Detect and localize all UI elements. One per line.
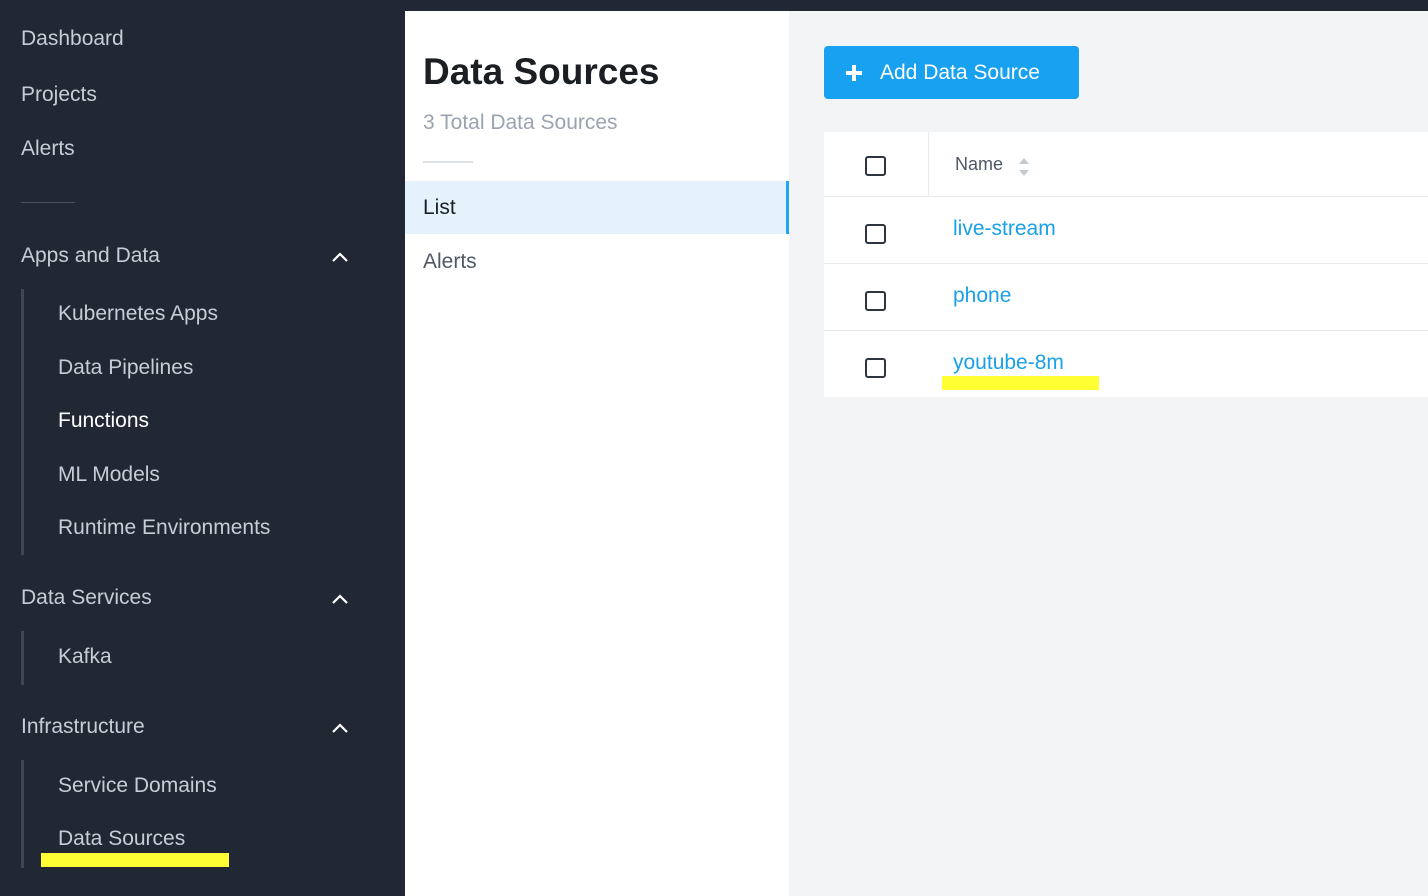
tab-list[interactable]: List <box>405 181 789 234</box>
table-row: live-stream <box>824 197 1428 264</box>
top-bar <box>405 0 1428 11</box>
table-row: youtube-8m <box>824 331 1428 398</box>
highlight-mark <box>41 853 229 867</box>
page-subtitle: 3 Total Data Sources <box>423 111 618 134</box>
tree-line <box>21 631 24 685</box>
sidebar-divider <box>21 202 75 203</box>
data-sources-table: Name live-stream phone youtube-8m <box>824 132 1428 397</box>
section-infrastructure-label: Infrastructure <box>21 715 145 738</box>
sidebar-item-data-sources[interactable]: Data Sources <box>58 827 185 851</box>
sidebar-item-functions[interactable]: Functions <box>58 409 149 433</box>
chevron-up-icon <box>332 723 348 733</box>
section-apps-and-data[interactable]: Apps and Data <box>21 244 351 274</box>
column-separator <box>928 132 929 197</box>
secondary-panel: Data Sources 3 Total Data Sources List A… <box>405 11 789 896</box>
sidebar-item-projects[interactable]: Projects <box>21 83 97 107</box>
sidebar-item-ml-models[interactable]: ML Models <box>58 463 160 487</box>
section-apps-and-data-label: Apps and Data <box>21 244 160 267</box>
table-header: Name <box>824 132 1428 197</box>
chevron-up-icon <box>332 594 348 604</box>
highlight-mark <box>942 376 1099 390</box>
sidebar-item-runtime-environments[interactable]: Runtime Environments <box>58 516 270 540</box>
tree-line <box>21 760 24 868</box>
tab-alerts[interactable]: Alerts <box>405 235 789 288</box>
row-checkbox[interactable] <box>865 224 886 244</box>
sidebar-item-alerts[interactable]: Alerts <box>21 137 75 161</box>
tree-line <box>21 289 24 555</box>
sidebar: Dashboard Projects Alerts Apps and Data … <box>0 0 405 896</box>
sidebar-item-data-pipelines[interactable]: Data Pipelines <box>58 356 193 380</box>
sidebar-item-service-domains[interactable]: Service Domains <box>58 774 217 798</box>
table-row: phone <box>824 264 1428 331</box>
row-checkbox[interactable] <box>865 291 886 311</box>
row-name-link[interactable]: phone <box>953 284 1011 308</box>
section-data-services-label: Data Services <box>21 586 152 609</box>
select-all-checkbox[interactable] <box>865 156 886 176</box>
section-infrastructure[interactable]: Infrastructure <box>21 715 351 745</box>
section-data-services[interactable]: Data Services <box>21 586 351 616</box>
column-header-name[interactable]: Name <box>955 154 1003 175</box>
panel-divider <box>423 161 473 163</box>
sidebar-item-kafka[interactable]: Kafka <box>58 645 112 669</box>
plus-icon <box>846 64 862 81</box>
sidebar-item-dashboard[interactable]: Dashboard <box>21 27 124 51</box>
row-name-link[interactable]: youtube-8m <box>953 351 1064 375</box>
add-data-source-button[interactable]: Add Data Source <box>824 46 1079 99</box>
add-data-source-label: Add Data Source <box>880 60 1040 84</box>
row-name-link[interactable]: live-stream <box>953 217 1056 241</box>
chevron-up-icon <box>332 252 348 262</box>
sidebar-item-kubernetes-apps[interactable]: Kubernetes Apps <box>58 302 218 326</box>
sort-icon[interactable] <box>1018 157 1030 177</box>
row-checkbox[interactable] <box>865 358 886 378</box>
page-title: Data Sources <box>423 51 660 92</box>
